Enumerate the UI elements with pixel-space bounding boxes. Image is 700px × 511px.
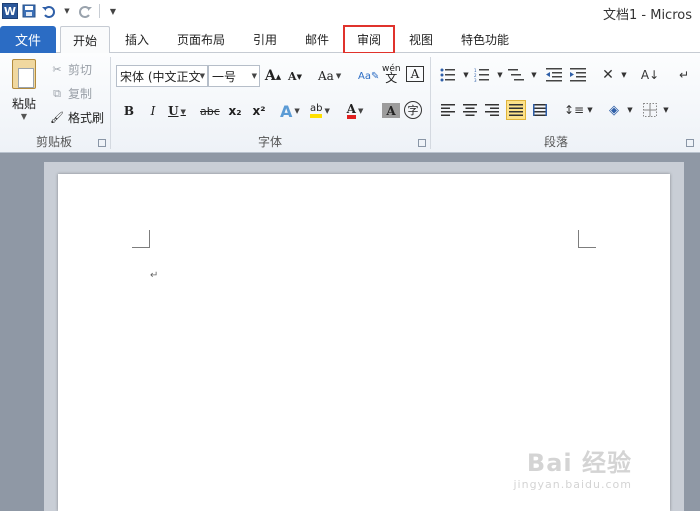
copy-button[interactable]: ⧉ 复制 bbox=[50, 85, 92, 102]
numbering-icon[interactable]: 123 bbox=[472, 65, 492, 85]
multilevel-list-icon[interactable] bbox=[506, 65, 526, 85]
chevron-down-icon: ▼ bbox=[199, 72, 205, 80]
ribbon-tab-bar: 文件 开始 插入 页面布局 引用 邮件 审阅 视图 特色功能 bbox=[0, 25, 700, 54]
decrease-indent-icon[interactable] bbox=[544, 65, 564, 85]
align-right-icon[interactable] bbox=[482, 100, 502, 120]
phonetic-guide-button[interactable]: wén 文 bbox=[382, 64, 401, 85]
group-separator bbox=[430, 57, 431, 149]
grow-font-button[interactable]: A ▲ bbox=[264, 66, 282, 86]
copy-icon: ⧉ bbox=[53, 86, 61, 100]
window-title: 文档1 - Micros bbox=[603, 8, 692, 23]
font-size-combo[interactable]: 一号 ▼ bbox=[208, 65, 260, 87]
line-spacing-dropdown-icon[interactable]: ▼ bbox=[580, 100, 600, 120]
ribbon-home: 粘贴 ▼ ✂ 剪切 ⧉ 复制 🖌 格式刷 剪贴板 宋体 (中文正文 ▼ 一号 ▼… bbox=[0, 53, 700, 153]
customize-qat-icon[interactable]: ▼ bbox=[105, 3, 121, 19]
qat-separator bbox=[99, 4, 100, 18]
tab-mailings[interactable]: 邮件 bbox=[296, 26, 338, 53]
margin-corner-top-right bbox=[578, 230, 596, 248]
clipboard-icon bbox=[12, 59, 36, 89]
shading-dropdown-icon[interactable]: ▼ bbox=[620, 100, 640, 120]
clipboard-group-label: 剪贴板 bbox=[35, 135, 72, 149]
subscript-button[interactable]: x₂ bbox=[226, 101, 244, 121]
bullets-icon[interactable] bbox=[438, 65, 458, 85]
cut-button[interactable]: ✂ 剪切 bbox=[50, 61, 92, 78]
tab-special-features[interactable]: 特色功能 bbox=[452, 26, 518, 53]
paste-button[interactable]: 粘贴 ▼ bbox=[6, 59, 42, 121]
brush-icon: 🖌 bbox=[50, 111, 64, 124]
tab-page-layout[interactable]: 页面布局 bbox=[168, 26, 234, 53]
font-launcher-icon[interactable] bbox=[418, 139, 426, 147]
align-center-icon[interactable] bbox=[460, 100, 480, 120]
clear-formatting-icon[interactable]: Aa✎ bbox=[358, 66, 379, 86]
paste-label: 粘贴 bbox=[11, 97, 36, 111]
watermark-url-text: jingyan.baidu.com bbox=[513, 478, 632, 491]
font-group-label: 字体 bbox=[257, 135, 282, 149]
undo-icon[interactable] bbox=[40, 3, 56, 19]
multilevel-dropdown-icon[interactable]: ▼ bbox=[524, 65, 544, 85]
watermark-main-text: Bai 经验 bbox=[526, 449, 632, 477]
margin-corner-top-left bbox=[132, 230, 150, 248]
tab-review[interactable]: 审阅 bbox=[343, 25, 395, 54]
italic-button[interactable]: I bbox=[144, 101, 162, 121]
tab-home[interactable]: 开始 bbox=[60, 26, 110, 54]
bold-button[interactable]: B bbox=[120, 101, 138, 121]
tab-references[interactable]: 引用 bbox=[244, 26, 286, 53]
enclose-characters-button[interactable]: 字 bbox=[404, 101, 422, 119]
char-shading-button[interactable]: A bbox=[382, 103, 400, 118]
strikethrough-button[interactable]: abc bbox=[200, 101, 220, 121]
undo-dropdown-icon[interactable]: ▼ bbox=[59, 3, 75, 19]
align-left-icon[interactable] bbox=[438, 100, 458, 120]
char-border-button[interactable]: A bbox=[406, 66, 424, 82]
redo-icon[interactable] bbox=[78, 3, 94, 19]
borders-dropdown-icon[interactable]: ▼ bbox=[656, 100, 676, 120]
document-page[interactable]: ↵ Bai 经验 jingyan.baidu.com bbox=[58, 174, 670, 511]
title-bar: W ▼ ▼ 文档1 - Micros bbox=[0, 0, 700, 25]
svg-text:3: 3 bbox=[474, 78, 477, 82]
cut-label: 剪切 bbox=[68, 63, 93, 77]
save-icon[interactable] bbox=[21, 3, 37, 19]
font-name-combo[interactable]: 宋体 (中文正文 ▼ bbox=[116, 65, 208, 87]
underline-button[interactable]: U ▼ bbox=[168, 101, 186, 121]
paragraph-launcher-icon[interactable] bbox=[686, 139, 694, 147]
word-app-icon[interactable]: W bbox=[2, 3, 18, 19]
tab-file[interactable]: 文件 bbox=[0, 26, 56, 53]
format-painter-label: 格式刷 bbox=[68, 111, 105, 125]
format-painter-button[interactable]: 🖌 格式刷 bbox=[50, 109, 104, 126]
distributed-align-icon[interactable] bbox=[530, 100, 550, 120]
change-case-button[interactable]: Aa ▼ bbox=[318, 66, 341, 86]
chevron-down-icon: ▼ bbox=[251, 72, 257, 80]
scissors-icon: ✂ bbox=[52, 63, 62, 76]
tab-insert[interactable]: 插入 bbox=[114, 26, 160, 53]
group-separator bbox=[110, 57, 111, 149]
quick-access-toolbar: W ▼ ▼ bbox=[2, 3, 121, 19]
sort-icon[interactable]: A↓ bbox=[640, 65, 660, 85]
tab-view[interactable]: 视图 bbox=[400, 26, 442, 53]
font-size-value: 一号 bbox=[212, 69, 237, 84]
clipboard-launcher-icon[interactable] bbox=[98, 139, 106, 147]
paste-dropdown-icon[interactable]: ▼ bbox=[6, 112, 42, 121]
copy-label: 复制 bbox=[68, 87, 93, 101]
font-color-button[interactable]: A ▼ bbox=[346, 101, 364, 121]
shrink-font-button[interactable]: A ▼ bbox=[286, 66, 304, 86]
show-marks-icon[interactable]: ↵ bbox=[674, 65, 694, 85]
watermark: Bai 经验 jingyan.baidu.com bbox=[513, 443, 632, 491]
highlight-button[interactable]: ab ▼ bbox=[310, 101, 330, 121]
increase-indent-icon[interactable] bbox=[568, 65, 588, 85]
justify-icon[interactable] bbox=[506, 100, 526, 120]
chinese-layout-dropdown-icon[interactable]: ▼ bbox=[614, 65, 634, 85]
paragraph-group-label: 段落 bbox=[543, 135, 568, 149]
superscript-button[interactable]: x² bbox=[250, 101, 268, 121]
paragraph-mark: ↵ bbox=[150, 270, 159, 281]
text-effects-button[interactable]: A ▼ bbox=[280, 101, 300, 121]
font-name-value: 宋体 (中文正文 bbox=[120, 69, 201, 84]
